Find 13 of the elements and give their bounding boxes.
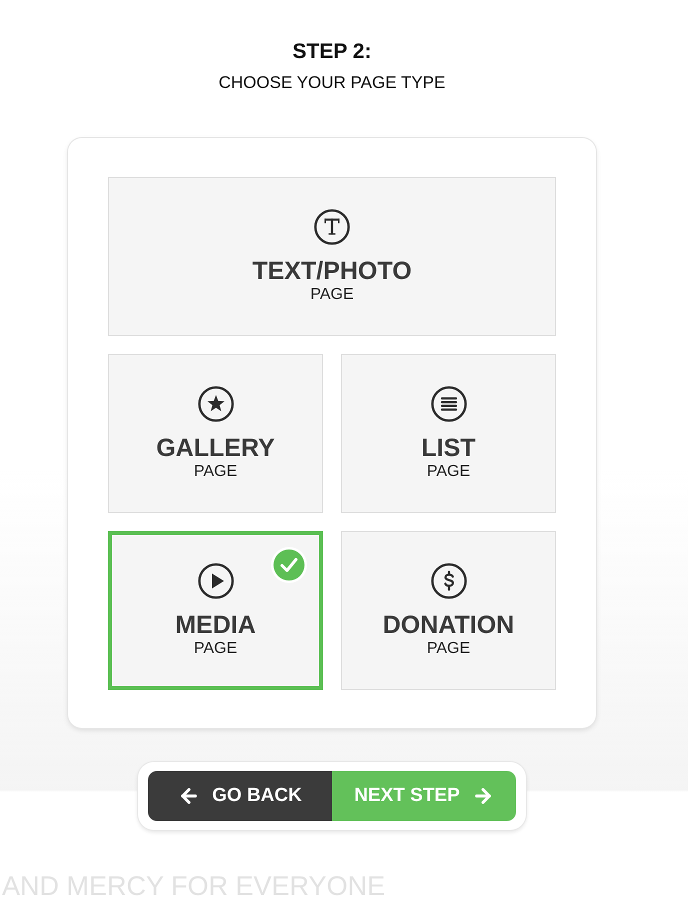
- check-icon: [271, 547, 307, 583]
- page-type-option[interactable]: DONATION PAGE: [341, 531, 556, 690]
- page-type-option[interactable]: TEXT/PHOTO PAGE: [108, 177, 556, 336]
- go-back-button[interactable]: GO BACK: [148, 771, 332, 821]
- play-icon: [198, 562, 234, 598]
- list-icon: [430, 386, 466, 422]
- t-circle-icon: [314, 208, 350, 244]
- page-type-option[interactable]: GALLERY PAGE: [108, 354, 323, 513]
- dollar-icon: [430, 562, 466, 598]
- step-subtitle: CHOOSE YOUR PAGE TYPE: [218, 72, 446, 94]
- page-type-option[interactable]: LIST PAGE: [341, 354, 556, 513]
- page-type-option[interactable]: MEDIA PAGE: [108, 531, 323, 690]
- step-heading: STEP 2:: [292, 40, 372, 64]
